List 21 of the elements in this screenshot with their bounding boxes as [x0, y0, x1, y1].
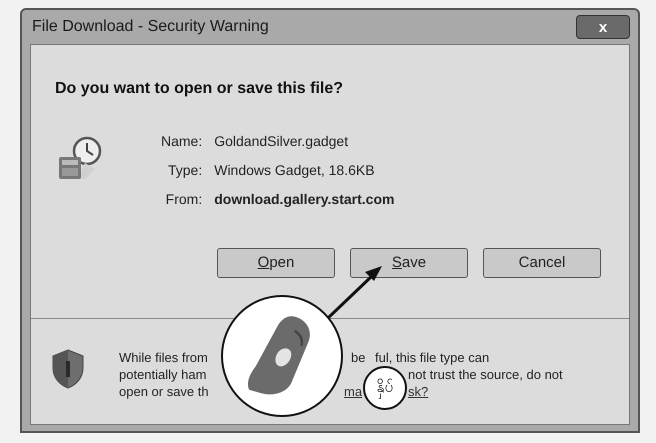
detail-value: download.gallery.start.com: [214, 190, 394, 209]
close-button[interactable]: x: [576, 15, 630, 39]
detail-label: From:: [164, 190, 202, 209]
warning-text: ful, this file type can: [375, 349, 490, 366]
detail-value: Windows Gadget, 18.6KB: [214, 161, 376, 180]
window-title: File Download - Security Warning: [32, 17, 269, 37]
dialog-button[interactable]: Open: [217, 248, 335, 278]
dialog-heading: Do you want to open or save this file?: [55, 79, 344, 99]
warning-text: be: [351, 349, 366, 366]
warning-text: potentially ham: [119, 366, 206, 383]
warning-text: While files from: [119, 349, 208, 366]
shield-icon: [51, 349, 85, 389]
detail-label: Type:: [166, 161, 202, 180]
risk-link[interactable]: ma: [344, 383, 362, 400]
detail-value: GoldandSilver.gadget: [214, 132, 350, 151]
risk-link[interactable]: sk?: [408, 383, 428, 400]
dialog-button[interactable]: Cancel: [483, 248, 601, 278]
warning-text: not trust the source, do not: [408, 366, 563, 383]
detail-label: Name:: [161, 132, 202, 151]
warning-text: open or save th: [119, 383, 209, 400]
dialog-button[interactable]: Save: [350, 248, 468, 278]
